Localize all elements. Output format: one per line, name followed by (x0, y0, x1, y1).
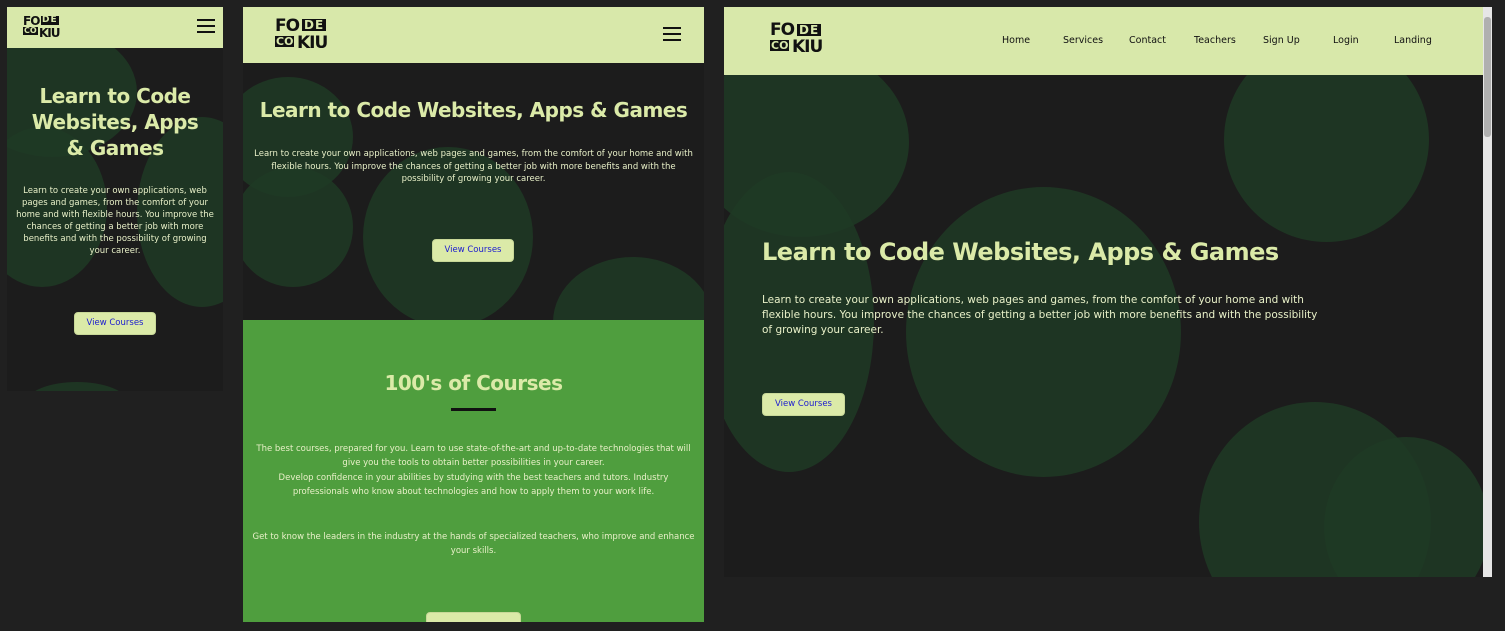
navbar: FO DE CO KIU Home Services Contact Teach… (724, 7, 1492, 75)
logo-text: KIU (39, 26, 60, 40)
desktop-preview: FO DE CO KIU Home Services Contact Teach… (724, 7, 1492, 577)
mobile-preview: FO DE CO KIU Learn to Code Websites, App… (7, 7, 223, 391)
courses-button[interactable] (426, 612, 521, 622)
logo-text: CO (275, 35, 295, 48)
logo-text: CO (770, 39, 790, 52)
logo-text: FO (770, 20, 795, 40)
nav-contact[interactable]: Contact (1129, 35, 1166, 46)
scrollbar[interactable] (1483, 7, 1492, 577)
courses-paragraph-2: Develop confidence in your abilities by … (278, 473, 669, 497)
scrollbar-thumb[interactable] (1484, 17, 1491, 137)
tablet-preview: FO DE CO KIU Learn to Code Websites, App… (243, 7, 704, 622)
hamburger-menu-icon[interactable] (663, 27, 681, 41)
view-courses-button[interactable]: View Courses (762, 393, 845, 416)
logo-text: DE (41, 15, 59, 25)
hamburger-menu-icon[interactable] (197, 19, 215, 33)
hero-text: Learn to create your own applications, w… (254, 149, 693, 184)
courses-paragraph-3: Get to know the leaders in the industry … (252, 532, 695, 556)
logo-text: DE (797, 23, 822, 37)
nav-login[interactable]: Login (1333, 35, 1359, 46)
hero-title: Learn to Code Websites, Apps & Games (259, 98, 688, 122)
courses-paragraph-1: The best courses, prepared for you. Lear… (256, 444, 691, 468)
hero-text: Learn to create your own applications, w… (16, 186, 214, 256)
navbar: FO DE CO KIU (7, 7, 223, 48)
courses-title: 100's of Courses (384, 371, 563, 395)
logo-text: KIU (297, 33, 328, 53)
logo-text: CO (23, 26, 38, 35)
logo-text: KIU (792, 37, 823, 57)
logo[interactable]: FO DE CO KIU (23, 15, 75, 41)
logo-text: FO (275, 16, 300, 36)
background-blob (27, 382, 127, 391)
nav-sign-up[interactable]: Sign Up (1263, 35, 1300, 46)
logo[interactable]: FO DE CO KIU (770, 22, 850, 58)
view-courses-button[interactable]: View Courses (74, 312, 156, 335)
logo-text: DE (302, 18, 327, 32)
hero-title: Learn to Code Websites, Apps & Games (762, 238, 1279, 266)
nav-landing[interactable]: Landing (1394, 35, 1432, 46)
view-courses-button[interactable]: View Courses (432, 239, 514, 262)
nav-teachers[interactable]: Teachers (1194, 35, 1236, 46)
title-underline (451, 408, 496, 411)
navbar: FO DE CO KIU (243, 7, 704, 63)
nav-services[interactable]: Services (1063, 35, 1103, 46)
nav-home[interactable]: Home (1002, 35, 1030, 46)
courses-section: 100's of Courses The best courses, prepa… (243, 320, 704, 622)
logo[interactable]: FO DE CO KIU (275, 18, 349, 52)
hero-title: Learn to Code Websites, Apps & Games (31, 84, 199, 160)
hero-text: Learn to create your own applications, w… (762, 294, 1318, 336)
